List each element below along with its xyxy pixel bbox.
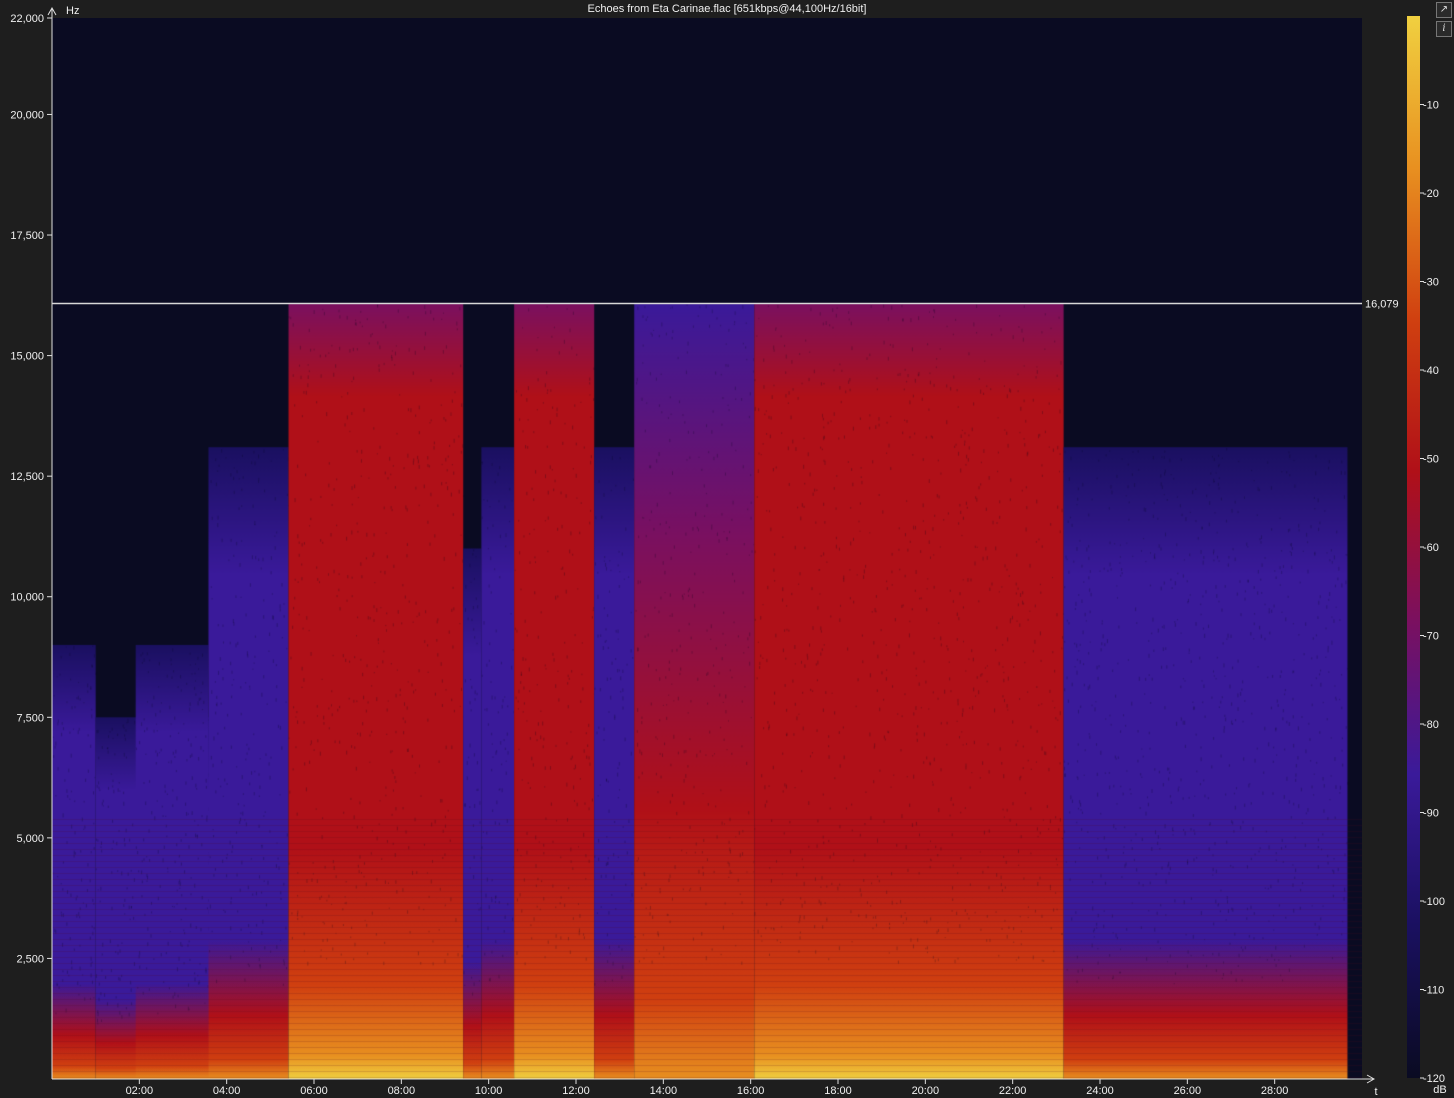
x-tick-label-0: 02:00 (126, 1085, 154, 1097)
y-tick-label-6: 17,500 (10, 230, 44, 242)
y-tick-label-8: 22,000 (10, 13, 44, 25)
x-tick-label-1: 04:00 (213, 1085, 241, 1097)
x-tick-label-10: 22:00 (999, 1085, 1027, 1097)
info-icon: i (1442, 23, 1446, 34)
y-tick-label-1: 5,000 (16, 833, 44, 845)
colorbar-tick-label-9: -100 (1423, 896, 1445, 908)
x-tick-label-5: 12:00 (562, 1085, 590, 1097)
colorbar-tick-label-0: -10 (1423, 100, 1439, 112)
x-tick-label-7: 16:00 (737, 1085, 765, 1097)
spectrogram-window: Echoes from Eta Carinae.flac [651kbps@44… (0, 0, 1454, 1098)
colorbar-tick-label-6: -70 (1423, 631, 1439, 643)
colorbar (1407, 16, 1420, 1078)
colorbar-tick-label-4: -50 (1423, 454, 1439, 466)
y-tick-label-5: 15,000 (10, 351, 44, 363)
x-tick-label-8: 18:00 (824, 1085, 852, 1097)
y-tick-label-4: 12,500 (10, 471, 44, 483)
x-tick-label-13: 28:00 (1261, 1085, 1289, 1097)
expand-button[interactable]: ↗ (1436, 2, 1452, 18)
colorbar-tick-label-5: -60 (1423, 542, 1439, 554)
cutoff-label: 16,079 (1365, 299, 1399, 311)
y-axis-label: Hz (66, 5, 79, 17)
x-tick-label-9: 20:00 (912, 1085, 940, 1097)
info-button[interactable]: i (1436, 21, 1452, 37)
y-tick-label-0: 2,500 (16, 953, 44, 965)
colorbar-tick-label-8: -90 (1423, 808, 1439, 820)
x-tick-label-6: 14:00 (650, 1085, 678, 1097)
x-tick-label-4: 10:00 (475, 1085, 503, 1097)
y-tick-label-2: 7,500 (16, 712, 44, 724)
x-tick-label-3: 08:00 (388, 1085, 416, 1097)
colorbar-unit-label: dB (1433, 1084, 1446, 1096)
expand-icon: ↗ (1439, 4, 1449, 15)
x-tick-label-11: 24:00 (1086, 1085, 1114, 1097)
y-tick-label-3: 10,000 (10, 592, 44, 604)
x-tick-label-2: 06:00 (300, 1085, 328, 1097)
y-tick-label-7: 20,000 (10, 109, 44, 121)
x-axis-label: t (1374, 1086, 1377, 1098)
x-tick-label-12: 26:00 (1174, 1085, 1202, 1097)
chart-overlay: Hz t 2,500 5,000 7,500 10,000 12,500 15,000 17,5… (10, 5, 1446, 1098)
colorbar-tick-label-2: -30 (1423, 277, 1439, 289)
colorbar-tick-label-1: -20 (1423, 188, 1439, 200)
colorbar-tick-label-7: -80 (1423, 719, 1439, 731)
colorbar-tick-label-3: -40 (1423, 365, 1439, 377)
colorbar-tick-label-10: -110 (1423, 985, 1444, 997)
